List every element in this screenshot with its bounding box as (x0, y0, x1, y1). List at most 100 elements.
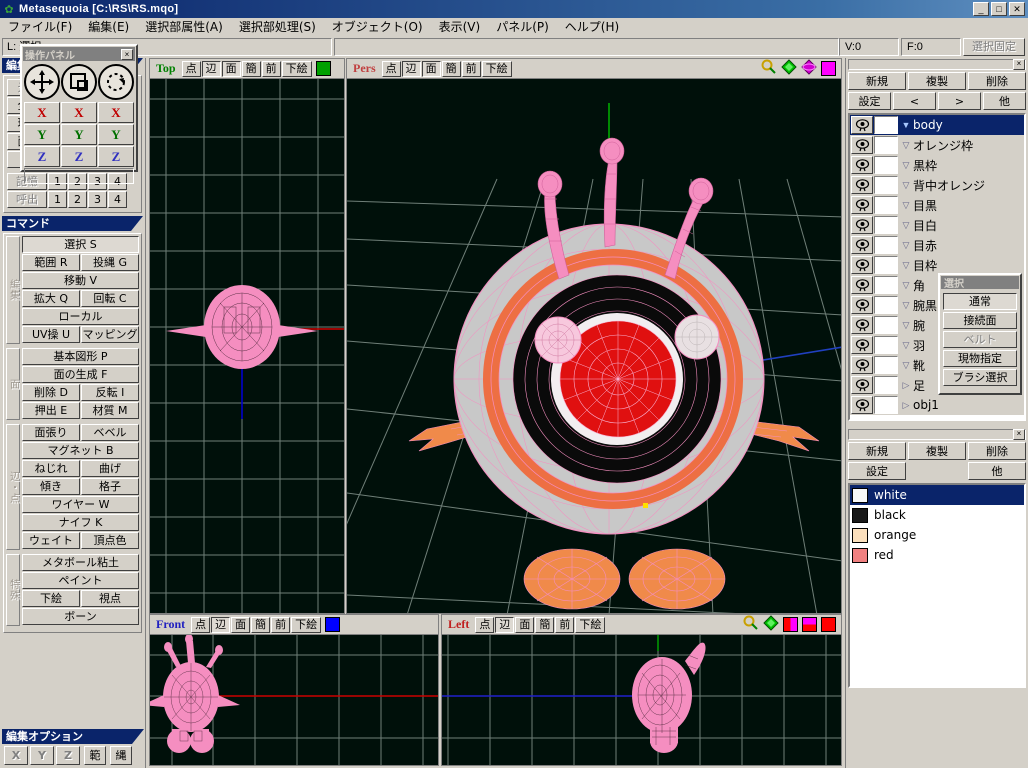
expander-icon[interactable]: ▽ (899, 300, 913, 311)
object-button->[interactable]: > (938, 92, 981, 110)
viewport-pers-btn-簡[interactable]: 簡 (441, 60, 461, 77)
rotate-icon[interactable] (801, 59, 817, 78)
eye-icon[interactable] (851, 356, 873, 374)
viewport-left-btn-前[interactable]: 前 (555, 616, 575, 633)
command-button-基本図形-P[interactable]: 基本図形 P (22, 348, 139, 365)
menu-object[interactable]: オブジェクト(O) (324, 17, 431, 36)
object-button-<[interactable]: < (893, 92, 936, 110)
lock-cell[interactable] (874, 296, 898, 314)
eye-icon[interactable] (851, 376, 873, 394)
command-button-メタボール粘土[interactable]: メタボール粘土 (22, 554, 139, 571)
viewport-left-swatch-1[interactable] (783, 617, 798, 632)
expander-icon[interactable]: ▷ (899, 400, 913, 411)
edit-option-axis-Y[interactable]: Y (30, 746, 54, 765)
edit-option-mode-縄[interactable]: 縄 (110, 746, 132, 765)
command-button-マグネット-B[interactable]: マグネット B (22, 442, 139, 459)
expander-icon[interactable]: ▽ (899, 180, 913, 191)
lock-cell[interactable] (874, 276, 898, 294)
eye-icon[interactable] (851, 216, 873, 234)
menu-help[interactable]: ヘルプ(H) (557, 17, 627, 36)
pan-icon[interactable] (781, 59, 797, 78)
viewport-pers-canvas[interactable] (347, 79, 841, 613)
viewport-top[interactable]: Top 点辺面簡前下絵 (149, 58, 345, 614)
expander-icon[interactable]: ▽ (899, 360, 913, 371)
viewport-pers-btn-辺[interactable]: 辺 (401, 60, 421, 77)
viewport-top-btn-簡[interactable]: 簡 (241, 60, 261, 77)
command-button-頂点色[interactable]: 頂点色 (81, 532, 139, 549)
menu-panel[interactable]: パネル(P) (488, 17, 557, 36)
axis-button-y-3[interactable]: Y (98, 124, 134, 145)
viewport-left-btn-点[interactable]: 点 (475, 616, 495, 633)
material-list-item[interactable]: white (850, 485, 1024, 505)
axis-button-z-2[interactable]: Z (61, 146, 97, 167)
lock-cell[interactable] (874, 196, 898, 214)
viewport-top-canvas[interactable] (150, 79, 344, 613)
object-panel-close-icon[interactable]: × (1013, 59, 1025, 70)
viewport-front-btn-辺[interactable]: 辺 (211, 616, 231, 633)
viewport-front[interactable]: Front 点辺面簡前下絵 (149, 614, 439, 766)
command-tab-編集[interactable]: 編集 (6, 236, 20, 344)
viewport-top-btn-下絵[interactable]: 下絵 (281, 60, 312, 77)
material-button-新規[interactable]: 新規 (848, 442, 906, 460)
viewport-left-canvas[interactable] (442, 635, 841, 765)
rotate-handle-icon[interactable] (98, 64, 134, 100)
expander-icon[interactable]: ▽ (899, 200, 913, 211)
material-button-設定[interactable]: 設定 (848, 462, 906, 480)
edit-option-axis-Z[interactable]: Z (56, 746, 80, 765)
menu-selection-proc[interactable]: 選択部処理(S) (231, 17, 324, 36)
command-button-ねじれ[interactable]: ねじれ (22, 460, 80, 477)
lock-cell[interactable] (874, 336, 898, 354)
material-list[interactable]: white black orange red (848, 483, 1026, 688)
lock-cell[interactable] (874, 256, 898, 274)
object-list-item[interactable]: ▽ 目赤 (850, 235, 1024, 255)
command-button-傾き[interactable]: 傾き (22, 478, 80, 495)
edit-option-axis-X[interactable]: X (4, 746, 28, 765)
expander-icon[interactable]: ▽ (899, 220, 913, 231)
recall-slot-2[interactable]: 2 (68, 191, 87, 208)
eye-icon[interactable] (851, 176, 873, 194)
lock-cell[interactable] (874, 396, 898, 414)
object-list-item[interactable]: ▽ 背中オレンジ (850, 175, 1024, 195)
viewport-top-btn-面[interactable]: 面 (221, 60, 241, 77)
object-button-新規[interactable]: 新規 (848, 72, 906, 90)
axis-button-x-1[interactable]: X (24, 102, 60, 123)
eye-icon[interactable] (851, 316, 873, 334)
maximize-button[interactable]: □ (991, 2, 1007, 16)
axis-button-x-2[interactable]: X (61, 102, 97, 123)
object-button-複製[interactable]: 複製 (908, 72, 966, 90)
material-panel-caption[interactable]: × (848, 429, 1026, 440)
command-button-ウェイト[interactable]: ウェイト (22, 532, 80, 549)
axis-button-z-3[interactable]: Z (98, 146, 134, 167)
menu-file[interactable]: ファイル(F) (0, 17, 80, 36)
lock-selection-button[interactable]: 選択固定 (963, 38, 1025, 56)
command-tab-面[interactable]: 面 (6, 348, 20, 420)
command-button-視点[interactable]: 視点 (81, 590, 139, 607)
selection-panel[interactable]: 選択 通常 接続面 ベルト 現物指定 ブラシ選択 (938, 273, 1022, 395)
viewport-pers-btn-面[interactable]: 面 (421, 60, 441, 77)
lock-cell[interactable] (874, 136, 898, 154)
command-button-反転-I[interactable]: 反転 I (81, 384, 139, 401)
eye-icon[interactable] (851, 116, 873, 134)
command-button-マッピング[interactable]: マッピング (81, 326, 139, 343)
material-button-複製[interactable]: 複製 (908, 442, 966, 460)
axis-button-y-2[interactable]: Y (61, 124, 97, 145)
selection-mode-接続面[interactable]: 接続面 (943, 312, 1017, 329)
operation-panel[interactable]: 操作パネル × X X X Y Y Y Z Z Z (20, 44, 138, 184)
eye-icon[interactable] (851, 336, 873, 354)
viewport-front-color-swatch[interactable] (325, 616, 341, 632)
material-panel-close-icon[interactable]: × (1013, 429, 1025, 440)
command-tab-辺・点[interactable]: 辺・点 (6, 424, 20, 550)
move-handle-icon[interactable] (24, 64, 60, 100)
command-button-ボーン[interactable]: ボーン (22, 608, 139, 625)
viewport-top-color-swatch[interactable] (315, 60, 331, 76)
viewport-front-canvas[interactable] (150, 635, 438, 765)
viewport-top-btn-点[interactable]: 点 (181, 60, 201, 77)
expander-icon[interactable]: ▽ (899, 240, 913, 251)
command-button-拡大-Q[interactable]: 拡大 Q (22, 290, 80, 307)
material-list-item[interactable]: orange (850, 525, 1024, 545)
viewport-top-btn-前[interactable]: 前 (261, 60, 281, 77)
axis-button-x-3[interactable]: X (98, 102, 134, 123)
command-button-下絵[interactable]: 下絵 (22, 590, 80, 607)
object-list-item[interactable]: ▽ 目黒 (850, 195, 1024, 215)
viewport-left[interactable]: Left 点辺面簡前下絵 (441, 614, 842, 766)
